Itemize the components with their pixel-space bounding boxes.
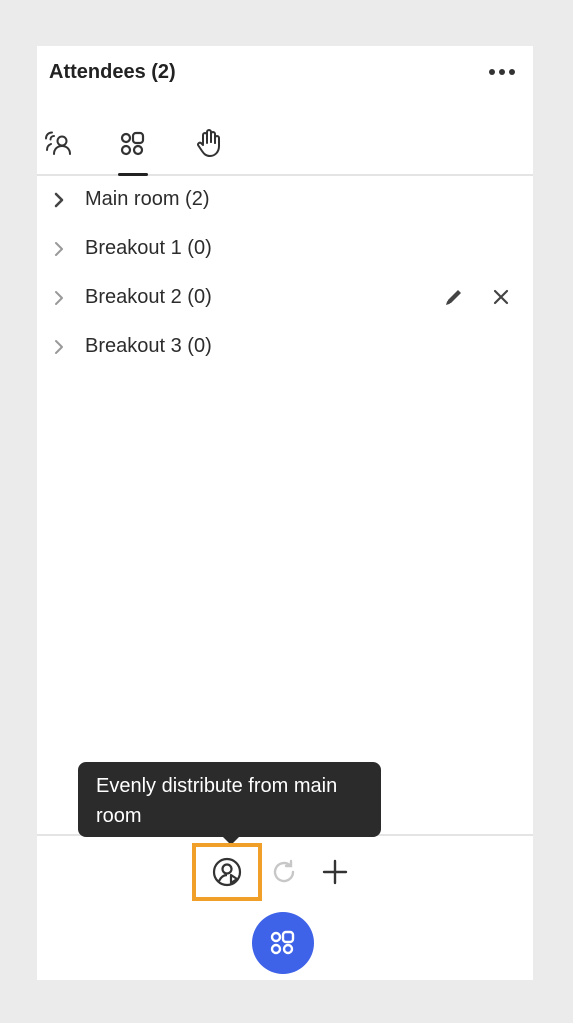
room-list: Main room (2) Breakout 1 (0) Breakout 2 … <box>37 175 533 371</box>
tooltip: Evenly distribute from main room <box>78 762 381 845</box>
add-room-button[interactable] <box>317 854 353 890</box>
breakout-rooms-icon <box>270 930 295 955</box>
hand-icon <box>197 129 220 157</box>
refresh-icon <box>273 859 295 883</box>
attendees-panel: Attendees (2) Main room (2) Breakout 1 (… <box>37 46 533 980</box>
room-actions <box>443 286 511 308</box>
room-row-breakout-1[interactable]: Breakout 1 (0) <box>37 224 533 273</box>
room-label: Breakout 2 (0) <box>85 286 212 308</box>
plus-icon <box>322 859 348 885</box>
close-icon[interactable] <box>491 287 511 307</box>
panel-tabs <box>37 122 533 176</box>
breakout-rooms-icon <box>120 131 145 156</box>
more-dot <box>509 69 515 75</box>
room-label: Breakout 1 (0) <box>85 237 212 259</box>
tab-raised-hands[interactable] <box>191 126 227 162</box>
edit-icon[interactable] <box>443 286 465 308</box>
distribute-user-icon <box>212 857 242 887</box>
more-horizontal-icon <box>489 69 495 75</box>
more-options-button[interactable] <box>485 60 519 84</box>
more-dot <box>499 69 505 75</box>
chevron-right-icon <box>55 242 63 256</box>
tab-attendees[interactable] <box>41 126 77 162</box>
room-row-breakout-2[interactable]: Breakout 2 (0) <box>37 273 533 322</box>
chevron-right-icon <box>55 291 63 305</box>
chevron-right-icon <box>55 340 63 354</box>
room-label: Main room (2) <box>85 188 210 210</box>
room-label: Breakout 3 (0) <box>85 335 212 357</box>
breakout-rooms-fab[interactable] <box>252 912 314 974</box>
evenly-distribute-button[interactable] <box>192 843 262 901</box>
room-row-breakout-3[interactable]: Breakout 3 (0) <box>37 322 533 371</box>
chevron-right-icon <box>54 192 64 208</box>
refresh-button[interactable] <box>266 854 302 890</box>
panel-title: Attendees (2) <box>49 61 176 83</box>
room-row-main[interactable]: Main room (2) <box>37 175 533 224</box>
people-icon <box>45 131 71 155</box>
tab-breakout-rooms[interactable] <box>115 126 151 176</box>
